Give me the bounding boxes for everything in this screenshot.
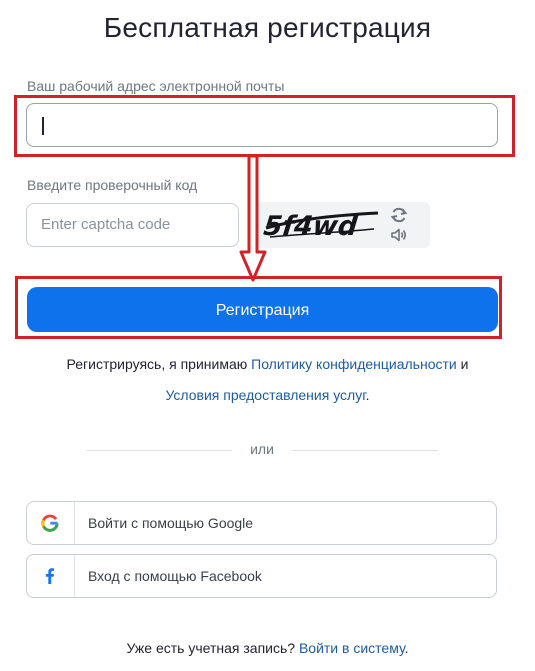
terms-of-service-link[interactable]: Условия предоставления услуг <box>165 387 365 403</box>
google-button-separator <box>74 502 75 544</box>
facebook-signin-button[interactable]: Вход с помощью Facebook <box>26 554 497 598</box>
divider-left <box>86 450 232 451</box>
arrow-annotation <box>239 156 267 282</box>
divider-right <box>292 450 438 451</box>
google-signin-button[interactable]: Войти с помощью Google <box>26 501 497 545</box>
refresh-icon[interactable] <box>389 205 409 225</box>
terms-suffix: . <box>365 387 370 403</box>
terms-conjunction: и <box>456 356 469 372</box>
signin-prompt: Уже есть учетная запись? Войти в систему… <box>0 640 535 656</box>
facebook-button-label: Вход с помощью Facebook <box>88 568 262 584</box>
facebook-button-separator <box>74 555 75 597</box>
google-icon <box>41 514 59 532</box>
captcha-label: Введите проверочный код <box>27 177 198 193</box>
captcha-input[interactable]: Enter captcha code <box>26 203 239 247</box>
email-label: Ваш рабочий адрес электронной почты <box>27 78 285 94</box>
text-caret <box>42 117 44 135</box>
signin-suffix: . <box>404 640 409 656</box>
or-divider-text: или <box>250 441 274 457</box>
privacy-policy-link[interactable]: Политику конфиденциальности <box>251 356 457 372</box>
terms-text-line2: Условия предоставления услуг. <box>0 387 535 403</box>
terms-prefix: Регистрируясь, я принимаю <box>66 356 252 372</box>
signin-link[interactable]: Войти в систему <box>299 640 405 656</box>
register-button[interactable]: Регистрация <box>27 287 498 332</box>
google-button-label: Войти с помощью Google <box>88 515 254 531</box>
email-input[interactable] <box>26 103 498 147</box>
terms-text: Регистрируясь, я принимаю Политику конфи… <box>0 356 535 372</box>
audio-icon[interactable] <box>389 225 409 245</box>
signin-prefix: Уже есть учетная запись? <box>126 640 299 656</box>
captcha-image: 5f4wd <box>262 211 379 242</box>
page-title: Бесплатная регистрация <box>103 12 432 43</box>
facebook-icon <box>45 568 55 584</box>
